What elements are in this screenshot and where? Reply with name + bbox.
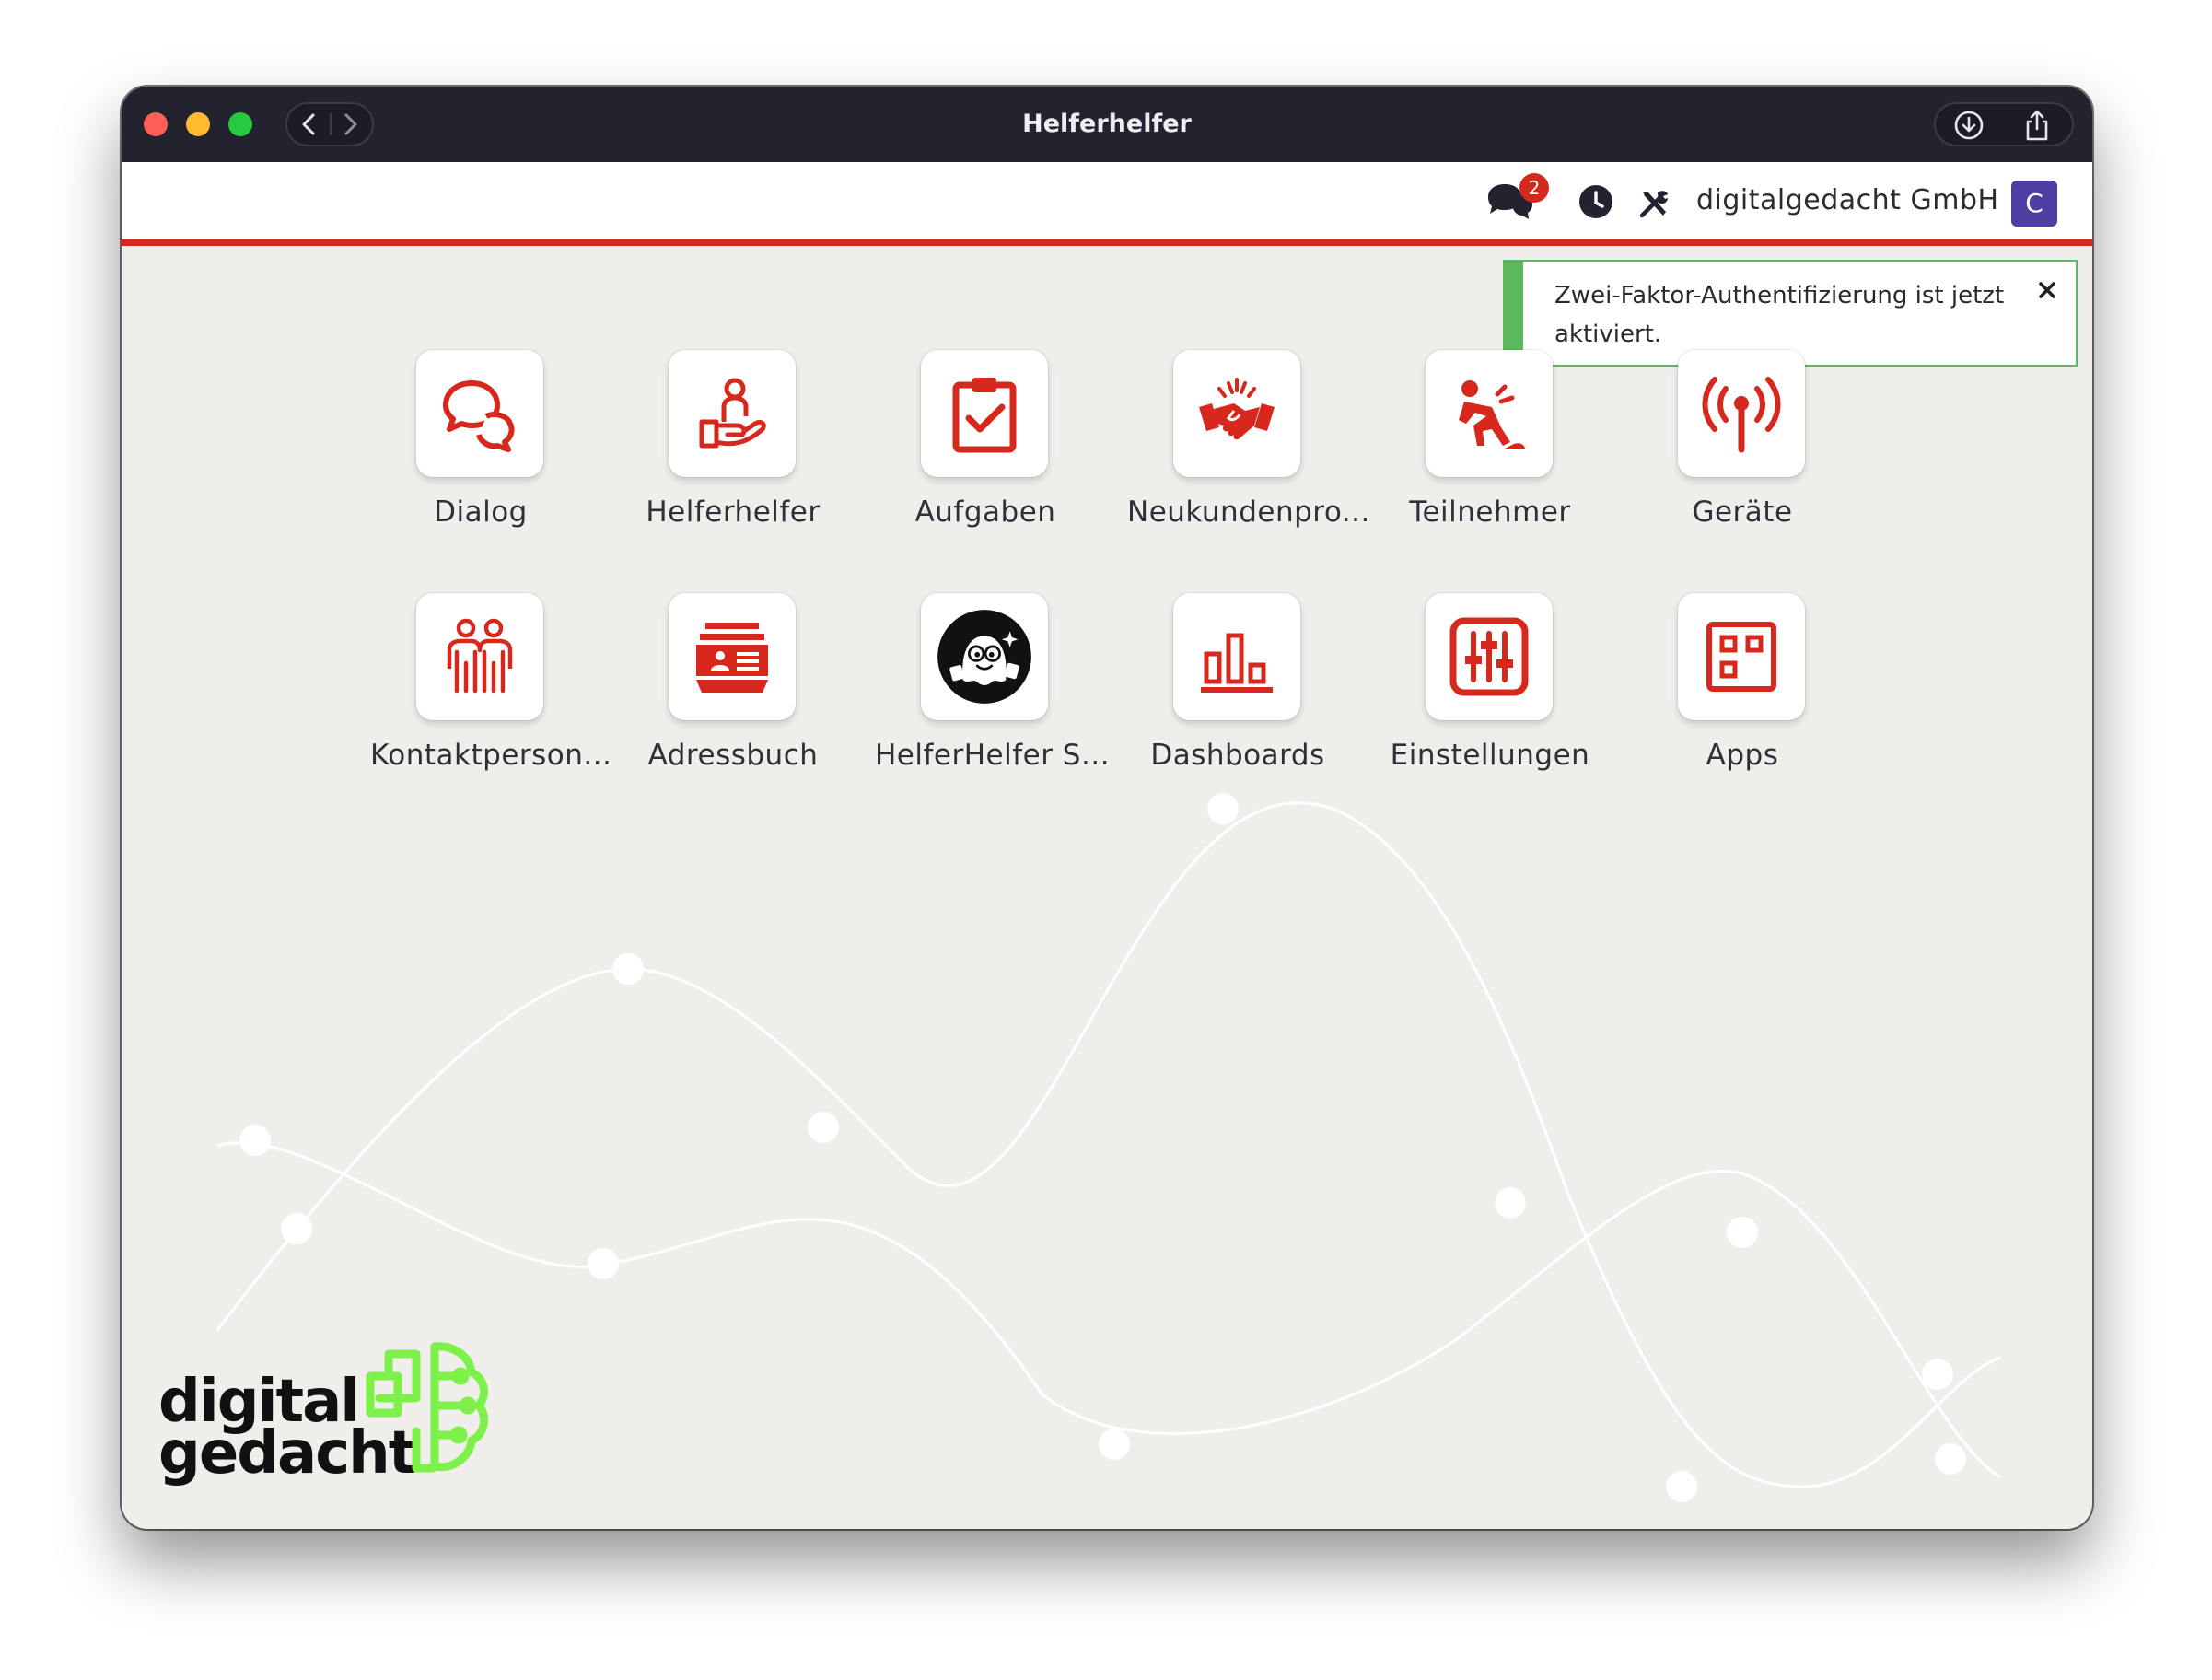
app-label: Apps <box>1706 739 1779 772</box>
app-helferhelfer[interactable]: Helferhelfer <box>623 350 844 534</box>
app-label: Neukundenpro... <box>1127 496 1370 529</box>
app-tile[interactable] <box>1426 593 1553 720</box>
app-tile[interactable] <box>1173 350 1300 477</box>
app-geraete[interactable]: Geräte <box>1632 350 1853 534</box>
app-apps[interactable]: Apps <box>1632 593 1853 777</box>
app-tile[interactable] <box>921 350 1048 477</box>
chat-bubbles-icon <box>443 380 515 452</box>
messages-badge: 2 <box>1519 173 1549 203</box>
app-header: 2 digitalgedacht GmbH C <box>122 162 2092 246</box>
bar-chart-icon <box>1201 633 1273 693</box>
app-tile[interactable] <box>416 350 543 477</box>
app-kontaktpersonen[interactable]: Kontaktperson... <box>370 593 612 777</box>
close-icon[interactable] <box>2033 276 2061 304</box>
app-label: Kontaktperson... <box>370 739 612 772</box>
app-tile[interactable] <box>1426 350 1553 477</box>
browser-window: Helferhelfer 2 digitalgedacht GmbH C Zwe… <box>122 87 2092 1529</box>
window-title: Helferhelfer <box>1022 110 1192 138</box>
app-tile[interactable] <box>1678 593 1805 720</box>
download-icon[interactable] <box>1952 109 1985 142</box>
clipboard-check-icon <box>952 378 1017 453</box>
app-tile[interactable] <box>669 350 796 477</box>
helping-hand-icon <box>699 378 766 449</box>
app-label: Adressbuch <box>647 739 819 772</box>
app-neukunden[interactable]: Neukundenpro... <box>1127 350 1370 534</box>
address-card-icon <box>696 623 768 693</box>
tools-icon[interactable] <box>1637 187 1671 220</box>
brain-circuit-icon <box>366 1342 489 1473</box>
app-label: Geräte <box>1692 496 1793 529</box>
app-dashboards[interactable]: Dashboards <box>1127 593 1348 777</box>
window-actions <box>1934 102 2074 146</box>
company-logo: digital gedacht <box>158 1339 508 1496</box>
app-label: Dashboards <box>1150 739 1325 772</box>
title-bar: Helferhelfer <box>122 87 2092 162</box>
app-adressbuch[interactable]: Adressbuch <box>623 593 844 777</box>
handshake-icon <box>1199 378 1275 440</box>
mascot-icon <box>937 610 1031 704</box>
app-tile[interactable] <box>416 593 543 720</box>
app-tile[interactable] <box>921 593 1048 720</box>
app-grid-icon <box>1706 622 1776 692</box>
app-teilnehmer[interactable]: Teilnehmer <box>1380 350 1601 534</box>
app-label: Teilnehmer <box>1409 496 1571 529</box>
toast-message: Zwei-Faktor-Authentifizierung ist jetzt … <box>1554 282 2005 348</box>
app-helferhelfer-support[interactable]: HelferHelfer S... <box>875 593 1111 777</box>
app-dialog[interactable]: Dialog <box>370 350 591 534</box>
app-tile[interactable] <box>669 593 796 720</box>
app-aufgaben[interactable]: Aufgaben <box>875 350 1096 534</box>
app-label: Dialog <box>434 496 528 529</box>
sliders-icon <box>1449 617 1529 696</box>
people-icon <box>447 618 513 694</box>
app-label: HelferHelfer S... <box>875 739 1111 772</box>
app-tile[interactable] <box>1173 593 1300 720</box>
clock-icon[interactable] <box>1578 184 1613 219</box>
app-tile[interactable] <box>1678 350 1805 477</box>
share-icon[interactable] <box>2020 109 2054 142</box>
antenna-icon <box>1702 377 1781 453</box>
app-label: Helferhelfer <box>646 496 821 529</box>
falling-person-icon <box>1459 380 1525 449</box>
app-label: Aufgaben <box>914 496 1056 529</box>
app-label: Einstellungen <box>1390 739 1590 772</box>
company-name[interactable]: digitalgedacht GmbH <box>1696 162 1999 239</box>
user-avatar[interactable]: C <box>2011 181 2057 227</box>
app-einstellungen[interactable]: Einstellungen <box>1380 593 1601 777</box>
